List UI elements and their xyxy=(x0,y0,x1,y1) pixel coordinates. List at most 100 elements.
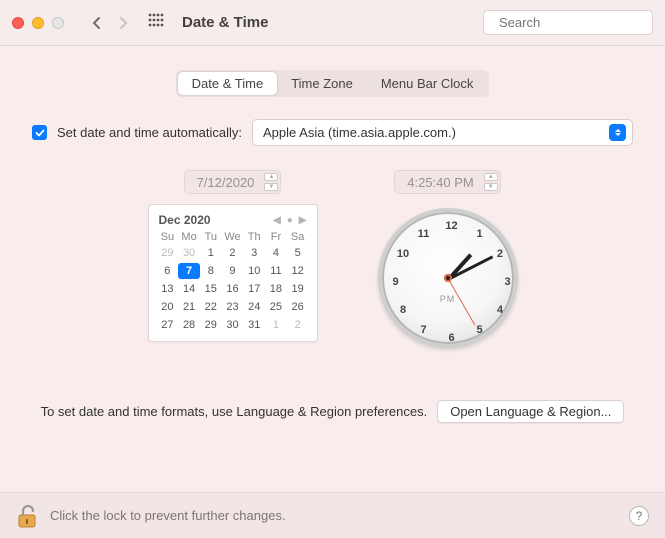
calendar-dow: Mo xyxy=(178,231,200,243)
auto-time-label: Set date and time automatically: xyxy=(57,125,242,140)
calendar-title: Dec 2020 xyxy=(159,213,211,227)
calendar-day: 3 xyxy=(243,245,265,261)
tab-menubar-clock[interactable]: Menu Bar Clock xyxy=(367,72,487,95)
calendar-day: 4 xyxy=(265,245,287,261)
auto-time-checkbox[interactable] xyxy=(32,125,47,140)
calendar-dow: We xyxy=(222,231,244,243)
calendar-day: 20 xyxy=(157,299,179,315)
calendar-day: 1 xyxy=(265,317,287,333)
clock-pivot xyxy=(444,274,452,282)
date-column: 7/12/2020 ▲▼ Dec 2020 ◀ ● ▶ SuMoTuWeThFr… xyxy=(148,170,318,348)
chevron-left-icon xyxy=(92,16,102,30)
calendar: Dec 2020 ◀ ● ▶ SuMoTuWeThFrSa29301234567… xyxy=(148,204,318,342)
analog-clock-wrap: PM 121234567891011 xyxy=(378,208,518,348)
calendar-day: 21 xyxy=(178,299,200,315)
calendar-day: 14 xyxy=(178,281,200,297)
clock-number: 7 xyxy=(420,324,426,336)
calendar-day: 25 xyxy=(265,299,287,315)
calendar-day: 8 xyxy=(200,263,222,279)
clock-number: 8 xyxy=(400,304,406,316)
minute-hand xyxy=(447,255,493,280)
search-input[interactable] xyxy=(497,14,665,31)
date-stepper: ▲▼ xyxy=(264,173,278,191)
calendar-dow: Tu xyxy=(200,231,222,243)
time-stepper: ▲▼ xyxy=(484,173,498,191)
tab-date-time[interactable]: Date & Time xyxy=(178,72,278,95)
preferences-window: Date & Time Date & Time Time Zone Menu B… xyxy=(0,0,665,538)
calendar-day: 31 xyxy=(243,317,265,333)
calendar-day: 29 xyxy=(200,317,222,333)
calendar-dow: Su xyxy=(157,231,179,243)
back-button[interactable] xyxy=(86,12,108,34)
calendar-day: 17 xyxy=(243,281,265,297)
calendar-day: 2 xyxy=(287,317,309,333)
time-server-dropdown[interactable]: Apple Asia (time.asia.apple.com.) xyxy=(252,119,633,146)
calendar-dow: Th xyxy=(243,231,265,243)
analog-clock: PM 121234567891011 xyxy=(378,208,518,348)
calendar-next-icon: ▶ xyxy=(299,215,307,226)
stepper-down-icon: ▼ xyxy=(484,183,498,191)
clock-number: 1 xyxy=(476,228,482,240)
calendar-day: 18 xyxy=(265,281,287,297)
calendar-dow: Fr xyxy=(265,231,287,243)
titlebar: Date & Time xyxy=(0,0,665,46)
calendar-day: 30 xyxy=(178,245,200,261)
content-area: Date & Time Time Zone Menu Bar Clock Set… xyxy=(0,46,665,437)
tab-time-zone[interactable]: Time Zone xyxy=(277,72,367,95)
time-server-value: Apple Asia (time.asia.apple.com.) xyxy=(263,125,456,140)
zoom-button xyxy=(52,17,64,29)
calendar-grid: SuMoTuWeThFrSa29301234567891011121314151… xyxy=(157,231,309,333)
page-title: Date & Time xyxy=(182,14,268,31)
checkmark-icon xyxy=(35,128,45,138)
calendar-day: 7 xyxy=(178,263,200,279)
calendar-day: 24 xyxy=(243,299,265,315)
chevron-right-icon xyxy=(118,16,128,30)
calendar-day: 26 xyxy=(287,299,309,315)
auto-time-row: Set date and time automatically: Apple A… xyxy=(32,119,633,146)
calendar-day: 16 xyxy=(222,281,244,297)
clock-number: 11 xyxy=(418,228,430,240)
clock-number: 5 xyxy=(476,324,482,336)
time-value: 4:25:40 PM xyxy=(407,175,474,190)
help-button[interactable]: ? xyxy=(629,506,649,526)
segmented-control: Date & Time Time Zone Menu Bar Clock xyxy=(176,70,490,97)
open-language-region-button[interactable]: Open Language & Region... xyxy=(437,400,624,423)
calendar-day: 15 xyxy=(200,281,222,297)
lock-open-icon xyxy=(16,503,38,529)
close-button[interactable] xyxy=(12,17,24,29)
calendar-day: 29 xyxy=(157,245,179,261)
clock-number: 3 xyxy=(504,276,510,288)
lock-button[interactable] xyxy=(16,503,38,529)
traffic-lights xyxy=(12,17,64,29)
calendar-day: 1 xyxy=(200,245,222,261)
time-column: 4:25:40 PM ▲▼ PM 121234567891011 xyxy=(378,170,518,348)
calendar-day: 13 xyxy=(157,281,179,297)
calendar-day: 28 xyxy=(178,317,200,333)
time-field: 4:25:40 PM ▲▼ xyxy=(394,170,501,194)
clock-ampm-label: PM xyxy=(440,294,456,304)
calendar-nav: ◀ ● ▶ xyxy=(273,215,306,226)
tab-bar: Date & Time Time Zone Menu Bar Clock xyxy=(28,70,637,97)
stepper-up-icon: ▲ xyxy=(484,173,498,181)
minimize-button[interactable] xyxy=(32,17,44,29)
lock-hint-text: Click the lock to prevent further change… xyxy=(50,508,286,523)
grid-icon xyxy=(148,13,164,29)
forward-button xyxy=(112,12,134,34)
clock-number: 4 xyxy=(497,304,503,316)
format-hint-row: To set date and time formats, use Langua… xyxy=(28,400,637,423)
clock-number: 10 xyxy=(397,248,409,260)
format-hint-text: To set date and time formats, use Langua… xyxy=(41,404,428,419)
calendar-prev-icon: ◀ xyxy=(273,215,281,226)
calendar-day: 6 xyxy=(157,263,179,279)
clock-number: 6 xyxy=(448,332,454,344)
clock-number: 9 xyxy=(392,276,398,288)
show-all-button[interactable] xyxy=(148,13,164,32)
clock-number: 12 xyxy=(445,220,457,232)
search-field[interactable] xyxy=(483,10,653,35)
clock-number: 2 xyxy=(497,248,503,260)
date-time-columns: 7/12/2020 ▲▼ Dec 2020 ◀ ● ▶ SuMoTuWeThFr… xyxy=(28,170,637,348)
bottom-bar: Click the lock to prevent further change… xyxy=(0,492,665,538)
calendar-day: 5 xyxy=(287,245,309,261)
dropdown-arrows-icon xyxy=(609,124,626,141)
calendar-day: 10 xyxy=(243,263,265,279)
